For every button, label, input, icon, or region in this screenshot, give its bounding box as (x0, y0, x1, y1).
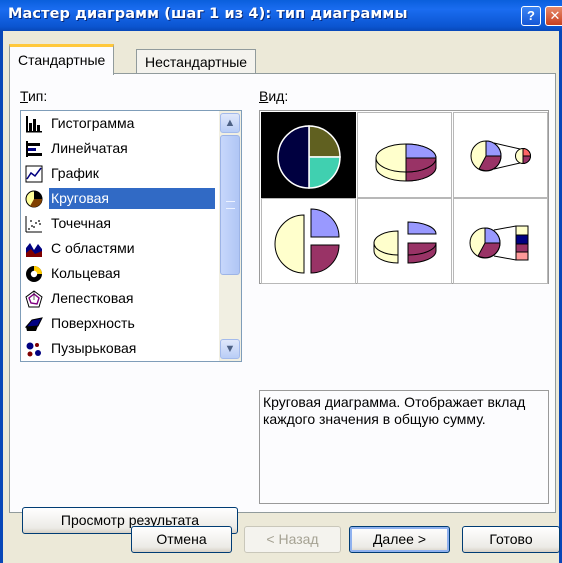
exploded-pie-subtype-icon (274, 208, 340, 274)
tab-custom-label: Нестандартные (145, 54, 248, 70)
chart-wizard-dialog: Стандартные Нестандартные Тип: Вид: Гист… (0, 31, 562, 563)
close-button[interactable]: ✕ (545, 6, 562, 26)
scroll-up-button[interactable]: ▲ (220, 113, 240, 133)
list-item-label: Кольцевая (51, 265, 121, 281)
histogram-icon (26, 116, 42, 133)
chart-type-list[interactable]: Гистограмма Линейчатая График Круговая Т… (20, 110, 242, 362)
chart-subtype-grid (259, 110, 549, 284)
chevron-up-icon: ▲ (224, 117, 236, 129)
chevron-down-icon: ▼ (224, 343, 236, 355)
list-item-label: Пузырьковая (51, 340, 137, 356)
chart-description: Круговая диаграмма. Отображает вклад каж… (259, 390, 549, 504)
bubble-chart-icon (26, 342, 41, 357)
tab-standard[interactable]: Стандартные (9, 44, 115, 75)
type-label: Тип: (20, 88, 48, 104)
chart-type-items: Гистограмма Линейчатая График Круговая Т… (21, 111, 217, 361)
cancel-label: Отмена (156, 531, 207, 547)
back-button[interactable]: < Назад (244, 526, 341, 553)
pie-subtype-icon (277, 125, 341, 189)
exploded-pie-3d-subtype-icon (373, 221, 437, 264)
list-item-label: Линейчатая (51, 140, 128, 156)
pie-of-pie-subtype-icon (470, 140, 532, 172)
tab-custom[interactable]: Нестандартные (136, 49, 257, 74)
help-button[interactable]: ? (521, 6, 541, 26)
list-item-bar[interactable]: Линейчатая (21, 136, 217, 161)
list-item-area[interactable]: С областями (21, 236, 217, 261)
tab-panel: Тип: Вид: Гистограмма Линейчатая График (9, 73, 556, 534)
list-item-surface[interactable]: Поверхность (21, 311, 217, 336)
list-item-label: Поверхность (51, 315, 135, 331)
subtype-pie[interactable] (261, 112, 356, 198)
pie-chart-icon (25, 190, 43, 208)
view-label-rest: ид: (268, 88, 289, 104)
list-item-line[interactable]: График (21, 161, 217, 186)
finish-button[interactable]: Готово (462, 526, 560, 553)
list-item-label: Круговая (49, 188, 215, 209)
doughnut-chart-icon (26, 266, 42, 282)
subtype-bar-of-pie[interactable] (453, 198, 548, 284)
cancel-button[interactable]: Отмена (131, 526, 232, 553)
back-label: < Назад (266, 531, 319, 547)
surface-chart-icon (25, 317, 43, 331)
subtype-pie-of-pie[interactable] (453, 112, 548, 198)
window-title: Мастер диаграмм (шаг 1 из 4): тип диагра… (8, 6, 408, 22)
scroll-down-button[interactable]: ▼ (220, 339, 240, 359)
list-scrollbar[interactable]: ▲ ▼ (219, 111, 241, 361)
scroll-thumb[interactable] (220, 135, 240, 275)
pie-3d-subtype-icon (375, 143, 437, 182)
line-chart-icon (25, 165, 43, 183)
title-bar[interactable]: Мастер диаграмм (шаг 1 из 4): тип диагра… (0, 0, 562, 31)
list-item-pie[interactable]: Круговая (21, 186, 217, 211)
list-item-label: График (51, 165, 99, 181)
subtype-exploded-pie-3d[interactable] (357, 198, 452, 284)
radar-chart-icon (25, 290, 43, 308)
subtype-exploded-pie[interactable] (261, 198, 356, 284)
list-item-bubble[interactable]: Пузырьковая (21, 336, 217, 361)
list-item-label: Лепестковая (51, 290, 134, 306)
scatter-chart-icon (25, 216, 42, 233)
list-item-scatter[interactable]: Точечная (21, 211, 217, 236)
bar-chart-icon (26, 141, 42, 157)
bar-of-pie-subtype-icon (469, 225, 529, 261)
view-label: Вид: (259, 88, 289, 104)
list-item-radar[interactable]: Лепестковая (21, 286, 217, 311)
next-button[interactable]: Далее > (349, 526, 450, 553)
list-item-label: С областями (51, 240, 135, 256)
subtype-pie-3d[interactable] (357, 112, 452, 198)
tab-standard-label: Стандартные (18, 52, 106, 68)
area-chart-icon (26, 243, 42, 257)
type-label-rest: ип: (27, 88, 48, 104)
finish-label: Готово (489, 531, 533, 547)
list-item-doughnut[interactable]: Кольцевая (21, 261, 217, 286)
list-item-label: Точечная (51, 215, 111, 231)
list-item-label: Гистограмма (51, 115, 135, 131)
list-item-histogram[interactable]: Гистограмма (21, 111, 217, 136)
next-label: Далее > (372, 531, 427, 547)
grip-icon (226, 201, 235, 209)
